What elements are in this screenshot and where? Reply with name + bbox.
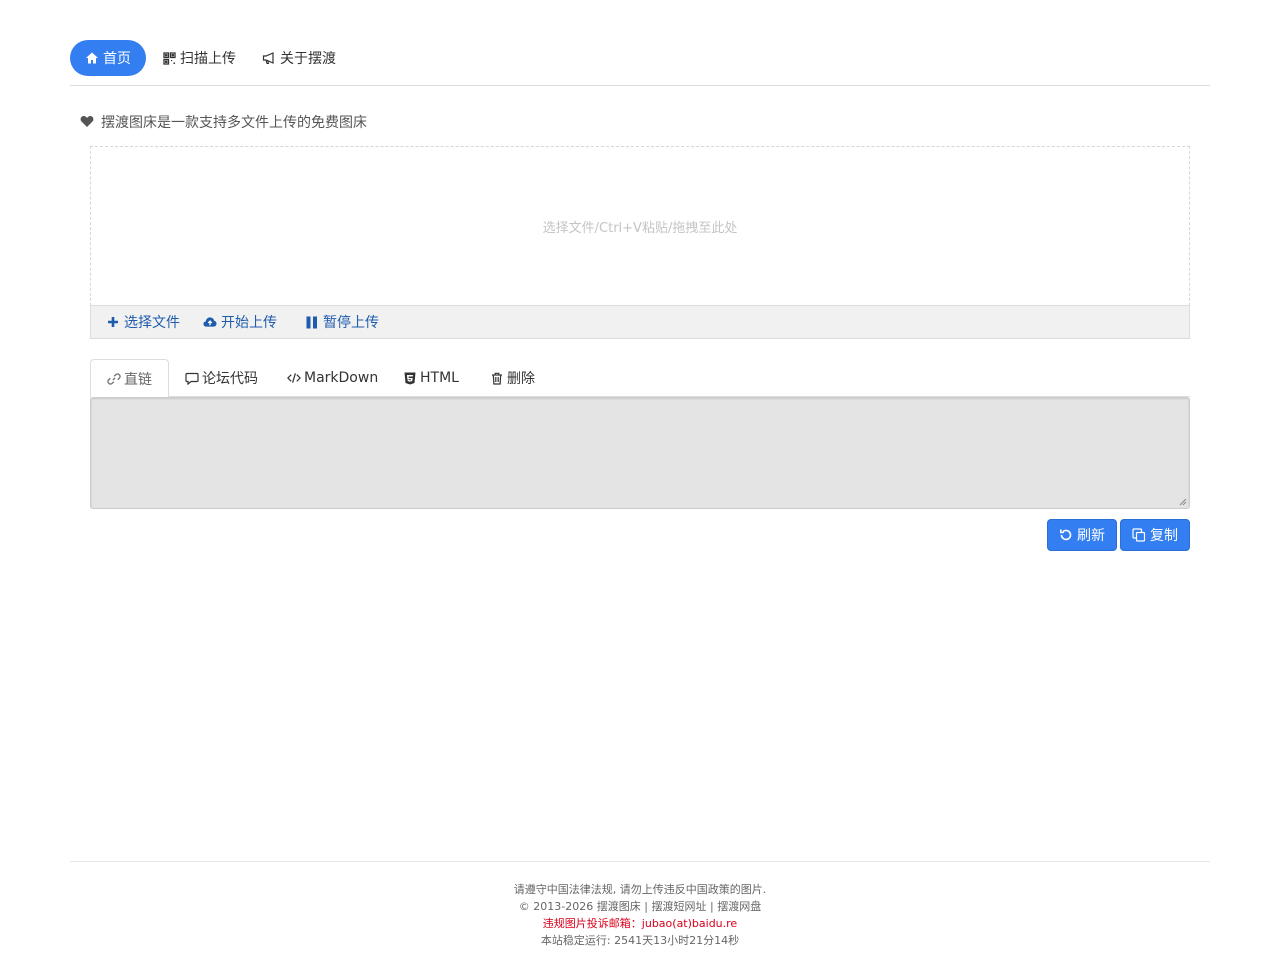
- footer-link-short-url[interactable]: 摆渡短网址: [651, 900, 706, 913]
- start-upload-button[interactable]: 开始上传: [203, 306, 277, 338]
- intro-text: 摆渡图床是一款支持多文件上传的免费图床: [80, 112, 367, 132]
- bullhorn-icon: [262, 51, 276, 65]
- pause-icon: [305, 315, 319, 329]
- tab-direct-link-label: 直链: [124, 371, 152, 388]
- footer-copyright-line: © 2013-2026 摆渡图床 | 摆渡短网址 | 摆渡网盘: [0, 898, 1280, 915]
- copy-button[interactable]: 复制: [1120, 519, 1190, 551]
- footer-copyright: © 2013-2026: [518, 900, 594, 913]
- footer-separator: |: [709, 900, 714, 913]
- code-icon: [287, 371, 301, 385]
- pause-upload-button[interactable]: 暂停上传: [305, 306, 379, 338]
- refresh-label: 刷新: [1077, 528, 1105, 544]
- tab-html-label: HTML: [420, 370, 459, 386]
- select-file-button[interactable]: 选择文件: [106, 306, 180, 338]
- tab-forum-code[interactable]: 论坛代码: [169, 359, 274, 397]
- copy-label: 复制: [1150, 528, 1178, 544]
- cloud-upload-icon: [203, 315, 217, 329]
- copy-icon: [1132, 528, 1146, 542]
- footer-report-email: 违规图片投诉邮箱：jubao(at)baidu.re: [542, 917, 738, 930]
- top-nav: 首页 扫描上传 关于摆渡: [70, 40, 1210, 86]
- footer-link-netdisk[interactable]: 摆渡网盘: [717, 900, 761, 913]
- comment-icon: [185, 371, 199, 385]
- tab-delete-label: 删除: [507, 371, 535, 387]
- start-upload-label: 开始上传: [221, 315, 277, 331]
- footer-notice: 请遵守中国法律法规, 请勿上传违反中国政策的图片.: [513, 883, 767, 896]
- nav-about[interactable]: 关于摆渡: [247, 40, 351, 76]
- html5-icon: [403, 371, 417, 385]
- tab-delete[interactable]: 删除: [474, 359, 551, 397]
- resize-handle[interactable]: [1178, 497, 1187, 506]
- tab-html[interactable]: HTML: [387, 359, 475, 397]
- tab-markdown-label: MarkDown: [304, 370, 379, 386]
- link-output-textarea[interactable]: [90, 397, 1190, 509]
- nav-home-label: 首页: [103, 51, 131, 67]
- tab-forum-code-label: 论坛代码: [202, 371, 258, 387]
- footer: 请遵守中国法律法规, 请勿上传违反中国政策的图片. © 2013-2026 摆渡…: [0, 881, 1280, 949]
- intro-label: 摆渡图床是一款支持多文件上传的免费图床: [101, 115, 367, 131]
- qrcode-icon: [162, 51, 176, 65]
- heart-icon: [80, 115, 94, 129]
- nav-about-label: 关于摆渡: [280, 51, 336, 67]
- refresh-button[interactable]: 刷新: [1047, 519, 1117, 551]
- footer-uptime: 本站稳定运行: 2541天13小时21分14秒: [540, 934, 740, 947]
- nav-scan-upload-label: 扫描上传: [180, 51, 236, 67]
- refresh-icon: [1059, 528, 1073, 542]
- nav-scan-upload[interactable]: 扫描上传: [147, 40, 251, 76]
- footer-link-image-host[interactable]: 摆渡图床: [597, 900, 641, 913]
- dropzone-placeholder: 选择文件/Ctrl+V粘贴/拖拽至此处: [542, 220, 738, 236]
- tab-direct-link[interactable]: 直链: [90, 359, 169, 398]
- footer-divider: [70, 861, 1210, 862]
- tab-markdown[interactable]: MarkDown: [271, 359, 394, 397]
- select-file-label: 选择文件: [124, 315, 180, 331]
- link-format-tabs: 直链 论坛代码 MarkDown HTML 删除: [90, 359, 1190, 398]
- home-icon: [85, 51, 99, 65]
- footer-separator: |: [644, 900, 648, 913]
- pause-upload-label: 暂停上传: [323, 315, 379, 331]
- plus-icon: [106, 315, 120, 329]
- nav-home[interactable]: 首页: [70, 40, 146, 76]
- trash-icon: [490, 371, 504, 385]
- upload-dropzone[interactable]: 选择文件/Ctrl+V粘贴/拖拽至此处: [90, 146, 1190, 306]
- upload-toolbar: 选择文件 开始上传 暂停上传: [90, 305, 1190, 339]
- link-icon: [107, 372, 121, 386]
